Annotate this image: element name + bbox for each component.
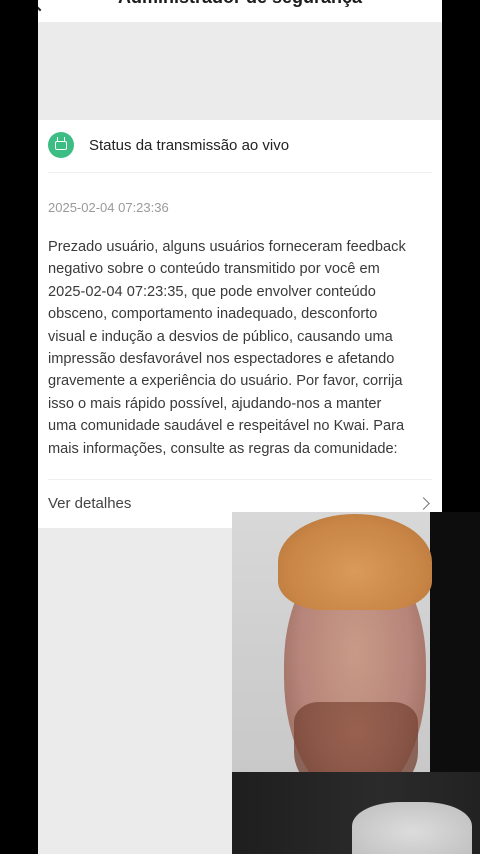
notification-message: Prezado usuário, alguns usuários fornece… bbox=[48, 236, 434, 460]
notification-card: Status da transmissão ao vivo 2025-02-04… bbox=[38, 120, 442, 528]
message-line: isso o mais rápido possível, ajudando-no… bbox=[48, 395, 382, 412]
message-line: uma comunidade saudável e respeitável no… bbox=[48, 418, 405, 435]
tv-screen bbox=[55, 141, 67, 150]
view-details-label: Ver detalhes bbox=[48, 495, 132, 512]
message-line: negativo sobre o conteúdo transmitido po… bbox=[48, 261, 380, 278]
notification-timestamp: 2025-02-04 07:23:36 bbox=[48, 200, 169, 215]
top-bar: Administrador de segurança bbox=[38, 0, 442, 22]
chevron-right-icon bbox=[417, 497, 430, 510]
tv-icon bbox=[48, 132, 74, 158]
camera-overlay-video bbox=[232, 512, 480, 854]
divider bbox=[48, 172, 432, 173]
foreground-object bbox=[352, 802, 472, 854]
divider bbox=[48, 479, 432, 480]
message-line: Prezado usuário, alguns usuários fornece… bbox=[48, 239, 406, 255]
page-title: Administrador de segurança bbox=[38, 0, 442, 8]
message-line: obsceno, comportamento inadequado, desco… bbox=[48, 306, 378, 323]
message-line: mais informações, consulte as regras da … bbox=[48, 440, 398, 457]
message-line: visual e indução a desvios de público, c… bbox=[48, 328, 393, 345]
message-line: impressão desfavorável nos espectadores … bbox=[48, 351, 395, 368]
message-line: gravemente a experiência do usuário. Por… bbox=[48, 373, 403, 390]
notification-title: Status da transmissão ao vivo bbox=[89, 137, 290, 154]
card-header: Status da transmissão ao vivo bbox=[48, 130, 432, 162]
person-hair bbox=[278, 514, 432, 610]
message-line: 2025-02-04 07:23:35, que pode envolver c… bbox=[48, 283, 376, 300]
